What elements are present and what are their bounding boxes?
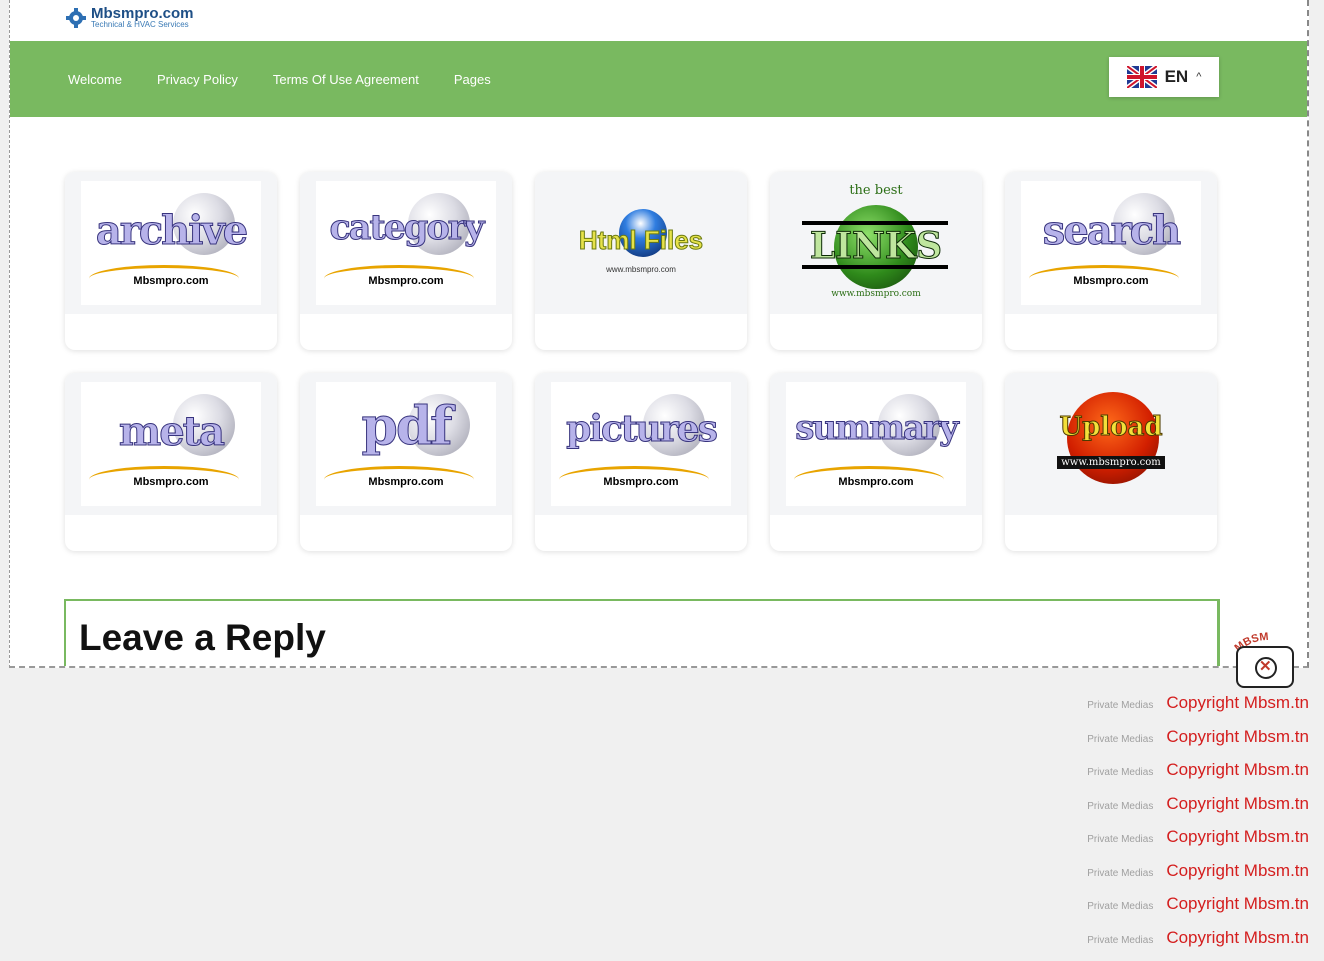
nav-menu: Welcome Privacy Policy Terms Of Use Agre… (68, 72, 526, 87)
thumb-title: meta (81, 408, 261, 455)
meta-thumbnail: meta Mbsmpro.com (81, 382, 261, 506)
credit-line: Private Medias Copyright Mbsm.tn (1087, 794, 1309, 828)
thumb-title: Html Files (551, 225, 731, 256)
credit-line: Private Medias Copyright Mbsm.tn (1087, 861, 1309, 895)
credit-line: Private Medias Copyright Mbsm.tn (1087, 693, 1309, 727)
uk-flag-icon (1127, 66, 1157, 88)
card-meta[interactable]: meta Mbsmpro.com (65, 373, 277, 551)
main-navbar: Welcome Privacy Policy Terms Of Use Agre… (10, 41, 1307, 117)
nav-link-welcome[interactable]: Welcome (68, 72, 122, 87)
page-screenshot: Mbsmpro.com Technical & HVAC Services We… (9, 0, 1309, 668)
card-links[interactable]: the best LINKS www.mbsmpro.com (770, 172, 982, 350)
thumb-caption: Mbsmpro.com (551, 476, 731, 488)
pdf-thumbnail: pdf Mbsmpro.com (316, 382, 496, 506)
card-archive[interactable]: archive Mbsmpro.com (65, 172, 277, 350)
nav-link-privacy-policy[interactable]: Privacy Policy (157, 72, 238, 87)
thumb-title: summary (786, 408, 966, 448)
language-switcher[interactable]: EN ^ (1109, 57, 1219, 97)
thumb-title: pdf (316, 396, 496, 457)
card-html-files[interactable]: Html Files www.mbsmpro.com (535, 172, 747, 350)
search-thumbnail: search Mbsmpro.com (1021, 181, 1201, 305)
thumb-caption: www.mbsmpro.com (786, 289, 966, 299)
pages-grid: archive Mbsmpro.com category Mbsmpro.com (65, 172, 1217, 551)
category-thumbnail: category Mbsmpro.com (316, 181, 496, 305)
card-search[interactable]: search Mbsmpro.com (1005, 172, 1217, 350)
card-category[interactable]: category Mbsmpro.com (300, 172, 512, 350)
site-name: Mbsmpro.com (91, 6, 194, 21)
thumb-caption: Mbsmpro.com (316, 476, 496, 488)
thumb-caption: www.mbsmpro.com (1057, 456, 1165, 469)
thumb-caption: Mbsmpro.com (316, 275, 496, 287)
thumb-title: category (316, 207, 496, 248)
nav-link-pages[interactable]: Pages (454, 72, 491, 87)
credit-line: Private Medias Copyright Mbsm.tn (1087, 727, 1309, 761)
nav-link-terms[interactable]: Terms Of Use Agreement (273, 72, 419, 87)
credit-line: Private Medias Copyright Mbsm.tn (1087, 928, 1309, 961)
credit-line: Private Medias Copyright Mbsm.tn (1087, 827, 1309, 861)
thumb-title: archive (81, 207, 261, 254)
thumb-title: LINKS (786, 225, 966, 267)
credit-line: Private Medias Copyright Mbsm.tn (1087, 760, 1309, 794)
thumb-kicker: the best (786, 183, 966, 198)
thumb-title: Upload (1021, 412, 1201, 442)
archive-thumbnail: archive Mbsmpro.com (81, 181, 261, 305)
site-logo[interactable]: Mbsmpro.com Technical & HVAC Services (65, 6, 194, 29)
language-code: EN (1165, 67, 1189, 87)
thumb-caption: Mbsmpro.com (81, 476, 261, 488)
thumb-caption: Mbsmpro.com (81, 275, 261, 287)
copyright-credits: Private Medias Copyright Mbsm.tn Private… (1087, 693, 1309, 961)
card-pdf[interactable]: pdf Mbsmpro.com (300, 373, 512, 551)
pictures-thumbnail: pictures Mbsmpro.com (551, 382, 731, 506)
thumb-title: pictures (551, 408, 731, 450)
credit-line: Private Medias Copyright Mbsm.tn (1087, 894, 1309, 928)
thumb-caption: Mbsmpro.com (786, 476, 966, 488)
chevron-up-icon: ^ (1196, 71, 1201, 83)
html-files-thumbnail: Html Files www.mbsmpro.com (551, 181, 731, 305)
card-upload[interactable]: Upload www.mbsmpro.com (1005, 373, 1217, 551)
card-summary[interactable]: summary Mbsmpro.com (770, 373, 982, 551)
reply-section: Leave a Reply (64, 599, 1220, 668)
thumb-title: search (1021, 207, 1201, 254)
summary-thumbnail: summary Mbsmpro.com (786, 382, 966, 506)
thumb-caption: www.mbsmpro.com (551, 265, 731, 274)
site-tagline: Technical & HVAC Services (91, 21, 194, 29)
reply-heading: Leave a Reply (79, 617, 326, 659)
cross-icon: ✕ (1259, 657, 1272, 675)
camera-icon: ✕ (1236, 646, 1294, 688)
links-thumbnail: the best LINKS www.mbsmpro.com (786, 181, 966, 305)
card-pictures[interactable]: pictures Mbsmpro.com (535, 373, 747, 551)
upload-thumbnail: Upload www.mbsmpro.com (1021, 382, 1201, 506)
camera-watermark-stamp: MBSM ✕ (1206, 632, 1324, 694)
gear-logo-icon (65, 7, 87, 29)
thumb-caption: Mbsmpro.com (1021, 275, 1201, 287)
